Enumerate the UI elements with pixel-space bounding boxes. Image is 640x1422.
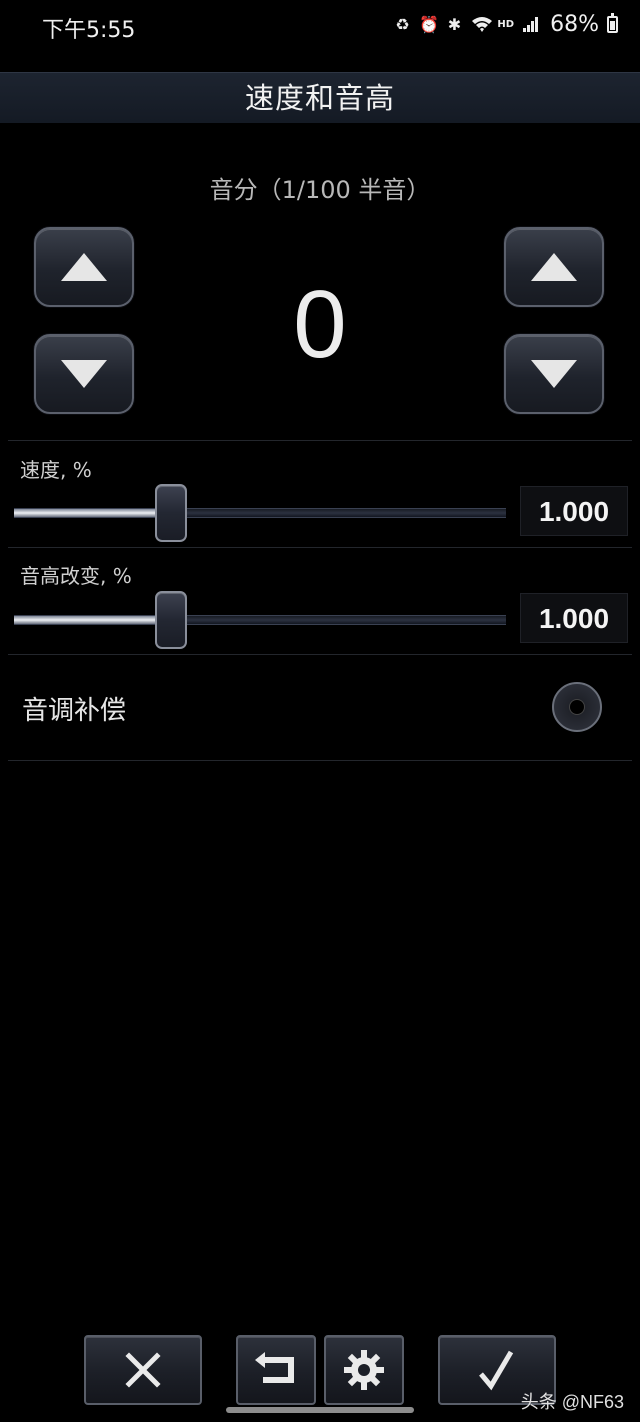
speed-slider-fill: [14, 509, 157, 517]
battery-icon: [607, 13, 618, 33]
settings-button[interactable]: [324, 1335, 404, 1405]
bluetooth-icon: ✱: [447, 14, 462, 34]
semitone-down-left-button[interactable]: [34, 334, 134, 414]
home-indicator[interactable]: [226, 1407, 414, 1413]
title-bar: 速度和音高: [0, 72, 640, 123]
tone-compensation-toggle[interactable]: [552, 682, 602, 732]
speed-slider-thumb[interactable]: [154, 484, 187, 542]
reset-button[interactable]: [236, 1335, 316, 1405]
arrow-up-icon: [61, 253, 107, 281]
watermark: 头条 @NF63: [520, 1392, 624, 1412]
pitch-slider-fill: [14, 616, 157, 624]
page-title: 速度和音高: [244, 81, 395, 115]
pitch-slider-track[interactable]: [14, 615, 506, 625]
speed-slider-track[interactable]: [14, 508, 506, 518]
semitone-up-left-button[interactable]: [34, 227, 134, 307]
check-icon: [479, 1350, 514, 1391]
tone-compensation-label: 音调补偿: [22, 696, 127, 726]
pitch-slider-thumb[interactable]: [154, 591, 187, 649]
recycle-icon: ♻: [395, 14, 410, 34]
semitone-label: 音分（1/100 半音）: [209, 176, 431, 204]
divider: [8, 760, 632, 761]
screen: 下午5:55 ♻ ⏰ ✱ HD 68% 速度和音高 音分（1/100 半音） 0: [0, 0, 640, 1422]
status-bar: 下午5:55 ♻ ⏰ ✱ HD 68%: [0, 0, 640, 56]
arrow-up-icon: [531, 253, 577, 281]
speed-value-field[interactable]: 1.000: [520, 486, 628, 536]
radio-dot: [570, 700, 584, 714]
divider: [8, 440, 632, 441]
status-time: 下午5:55: [42, 18, 136, 43]
close-icon: [125, 1352, 161, 1388]
alarm-icon: ⏰: [419, 14, 440, 34]
signal-icon: [522, 15, 540, 35]
divider: [8, 654, 632, 655]
semitone-up-right-button[interactable]: [504, 227, 604, 307]
cancel-button[interactable]: [84, 1335, 202, 1405]
status-icons: ♻ ⏰ ✱ HD 68%: [393, 12, 618, 37]
wifi-icon: [471, 15, 493, 35]
undo-icon: [255, 1352, 294, 1383]
speed-label: 速度, %: [20, 458, 92, 482]
pitch-label: 音高改变, %: [20, 564, 132, 588]
gear-icon: [344, 1350, 384, 1390]
hd-icon: HD: [497, 19, 515, 30]
arrow-down-icon: [531, 360, 577, 388]
arrow-down-icon: [61, 360, 107, 388]
semitone-down-right-button[interactable]: [504, 334, 604, 414]
divider: [8, 547, 632, 548]
battery-percent: 68%: [550, 12, 599, 37]
pitch-value-field[interactable]: 1.000: [520, 593, 628, 643]
